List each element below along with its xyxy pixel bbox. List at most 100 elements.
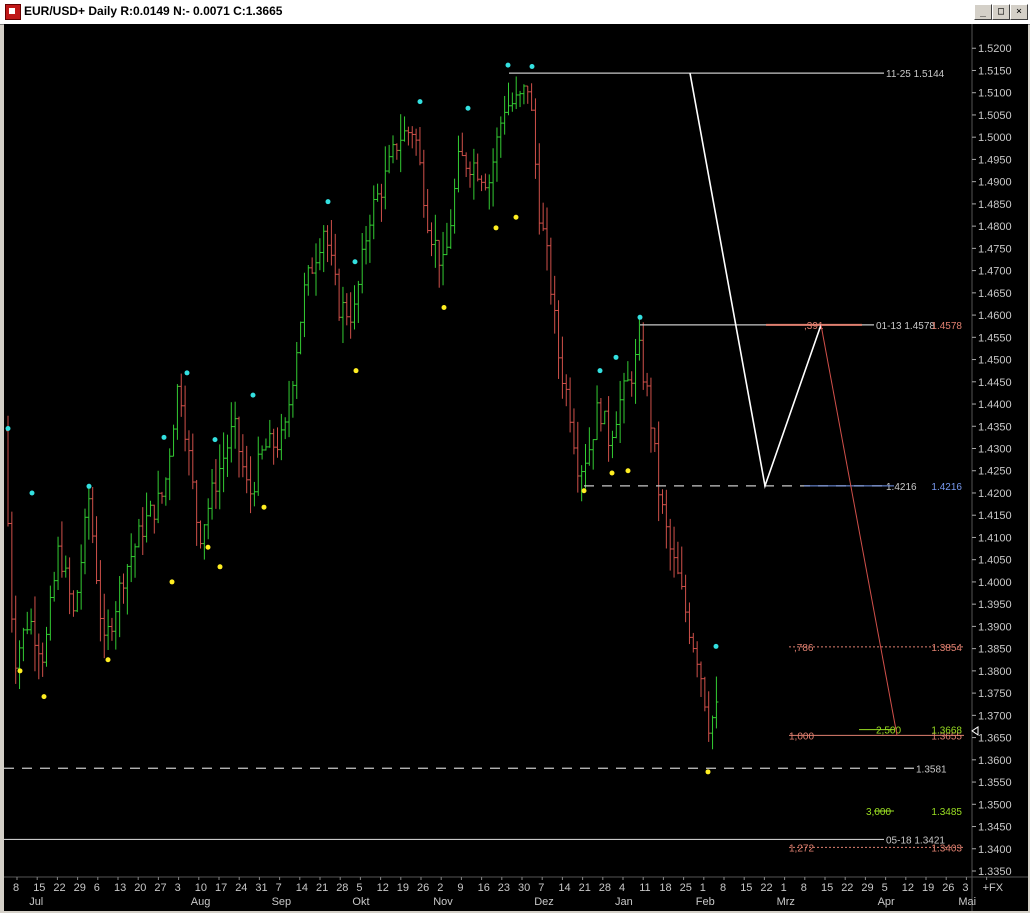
last-price-marker bbox=[971, 725, 979, 736]
swing-low-dot bbox=[261, 504, 267, 510]
ohlc-bar bbox=[244, 445, 249, 494]
ohlc-bar bbox=[36, 633, 41, 680]
ohlc-bar bbox=[194, 479, 199, 546]
ohlc-bar bbox=[683, 574, 688, 623]
time-tick-label: 16 bbox=[478, 882, 490, 894]
swing-high-dot bbox=[161, 434, 167, 440]
time-tick-label: 12 bbox=[377, 882, 389, 894]
price-tick-label: 1.4650 bbox=[978, 288, 1012, 300]
ohlc-bar bbox=[568, 377, 573, 433]
ohlc-bar bbox=[213, 459, 218, 509]
time-tick-label: 12 bbox=[902, 882, 914, 894]
ohlc-bar bbox=[67, 557, 72, 615]
time-tick-label: 21 bbox=[316, 882, 328, 894]
swing-low-dot bbox=[441, 305, 447, 311]
ohlc-bar bbox=[44, 626, 49, 667]
price-tick-label: 1.4950 bbox=[978, 154, 1012, 166]
time-tick-label: 26 bbox=[417, 882, 429, 894]
close-button[interactable]: × bbox=[1010, 4, 1028, 20]
ohlc-bar bbox=[494, 127, 499, 182]
swing-high-dot bbox=[184, 370, 190, 376]
ohlc-bar bbox=[506, 82, 511, 116]
ohlc-bar bbox=[325, 225, 330, 263]
projection-down-leg bbox=[820, 324, 898, 736]
app-icon bbox=[5, 4, 21, 20]
ohlc-bar bbox=[21, 627, 26, 662]
price-chart[interactable]: 1.5200 1.5150 1.5100 1.5050 1.5000 1.4950 1.49… bbox=[4, 24, 1028, 911]
ohlc-bar bbox=[579, 465, 584, 502]
chart-window: EUR/USD+ Daily R:0.0149 N:- 0.0071 C:1.3… bbox=[0, 0, 1030, 913]
ohlc-bar bbox=[256, 436, 261, 496]
ohlc-bar bbox=[714, 676, 719, 729]
ohlc-bar bbox=[152, 504, 157, 534]
fib-ratio-label: ,786 bbox=[794, 643, 814, 654]
level-label-swing-high: 11-25 1.5144 bbox=[886, 69, 945, 80]
swing-low-dot bbox=[217, 564, 223, 570]
ohlc-bar bbox=[252, 481, 257, 507]
ohlc-bar bbox=[9, 511, 14, 633]
ohlc-bar bbox=[17, 640, 22, 690]
swing-high-dot bbox=[250, 392, 256, 398]
price-tick-label: 1.4150 bbox=[978, 510, 1012, 522]
ohlc-bar bbox=[441, 231, 446, 286]
ohlc-bar bbox=[198, 520, 203, 549]
maximize-button[interactable]: □ bbox=[992, 4, 1010, 20]
time-tick-label: 7 bbox=[538, 882, 544, 894]
ohlc-bar bbox=[402, 116, 407, 142]
ohlc-bar bbox=[614, 411, 619, 439]
ohlc-bar bbox=[379, 183, 384, 222]
ohlc-bar bbox=[664, 489, 669, 549]
ohlc-bar bbox=[321, 225, 326, 273]
price-tick-label: 1.3800 bbox=[978, 666, 1012, 678]
ohlc-bar bbox=[548, 237, 553, 305]
fib-value-label: 1.3403 bbox=[931, 843, 962, 854]
ohlc-bar bbox=[618, 380, 623, 444]
swing-high-dot bbox=[637, 314, 643, 320]
month-label: Mrz bbox=[777, 896, 795, 908]
time-tick-label: 7 bbox=[276, 882, 282, 894]
ohlc-bar bbox=[217, 444, 222, 510]
price-tick-label: 1.3650 bbox=[978, 733, 1012, 745]
ohlc-bar bbox=[672, 526, 677, 578]
ohlc-bar bbox=[86, 487, 91, 540]
ohlc-bar bbox=[183, 385, 188, 452]
fib-ratio-label: 1,000 bbox=[789, 731, 814, 742]
ohlc-bar bbox=[337, 268, 342, 321]
ohlc-bar bbox=[287, 380, 292, 438]
price-tick-label: 1.4850 bbox=[978, 199, 1012, 211]
title-bar[interactable]: EUR/USD+ Daily R:0.0149 N:- 0.0071 C:1.3… bbox=[0, 0, 1030, 25]
ohlc-bar bbox=[371, 185, 376, 240]
price-tick-label: 1.3500 bbox=[978, 799, 1012, 811]
ohlc-bar bbox=[248, 456, 253, 514]
ohlc-bar bbox=[71, 590, 76, 617]
ohlc-bar bbox=[59, 521, 64, 578]
fib-value-label: 1.3854 bbox=[931, 643, 962, 654]
ohlc-bar bbox=[629, 371, 634, 397]
ohlc-bar bbox=[460, 132, 465, 157]
price-tick-label: 1.3550 bbox=[978, 777, 1012, 789]
time-tick-label: 3 bbox=[175, 882, 181, 894]
swing-low-dot bbox=[705, 769, 711, 775]
ohlc-bar bbox=[179, 373, 184, 417]
month-label: Sep bbox=[272, 896, 292, 908]
swing-high-dot bbox=[86, 483, 92, 489]
minimize-button[interactable]: _ bbox=[974, 4, 992, 20]
ohlc-bar bbox=[645, 372, 650, 397]
chart-area[interactable]: 1.5200 1.5150 1.5100 1.5050 1.5000 1.4950 1.49… bbox=[4, 24, 1028, 911]
month-label: Dez bbox=[534, 896, 554, 908]
ohlc-bar bbox=[464, 152, 469, 178]
ohlc-bar bbox=[541, 202, 546, 232]
time-tick-label: 1 bbox=[700, 882, 706, 894]
ohlc-bar bbox=[202, 524, 207, 560]
time-tick-label: 31 bbox=[255, 882, 267, 894]
ohlc-bar bbox=[622, 372, 626, 424]
ohlc-bar bbox=[263, 438, 268, 451]
window-title: EUR/USD+ Daily R:0.0149 N:- 0.0071 C:1.3… bbox=[24, 4, 283, 18]
ohlc-bar bbox=[317, 238, 322, 271]
swing-high-dot bbox=[417, 99, 423, 105]
ohlc-bar bbox=[206, 498, 211, 540]
ohlc-bar bbox=[591, 439, 596, 470]
ohlc-bar bbox=[283, 417, 288, 440]
price-tick-label: 1.3600 bbox=[978, 755, 1012, 767]
swing-low-dot bbox=[609, 470, 615, 476]
